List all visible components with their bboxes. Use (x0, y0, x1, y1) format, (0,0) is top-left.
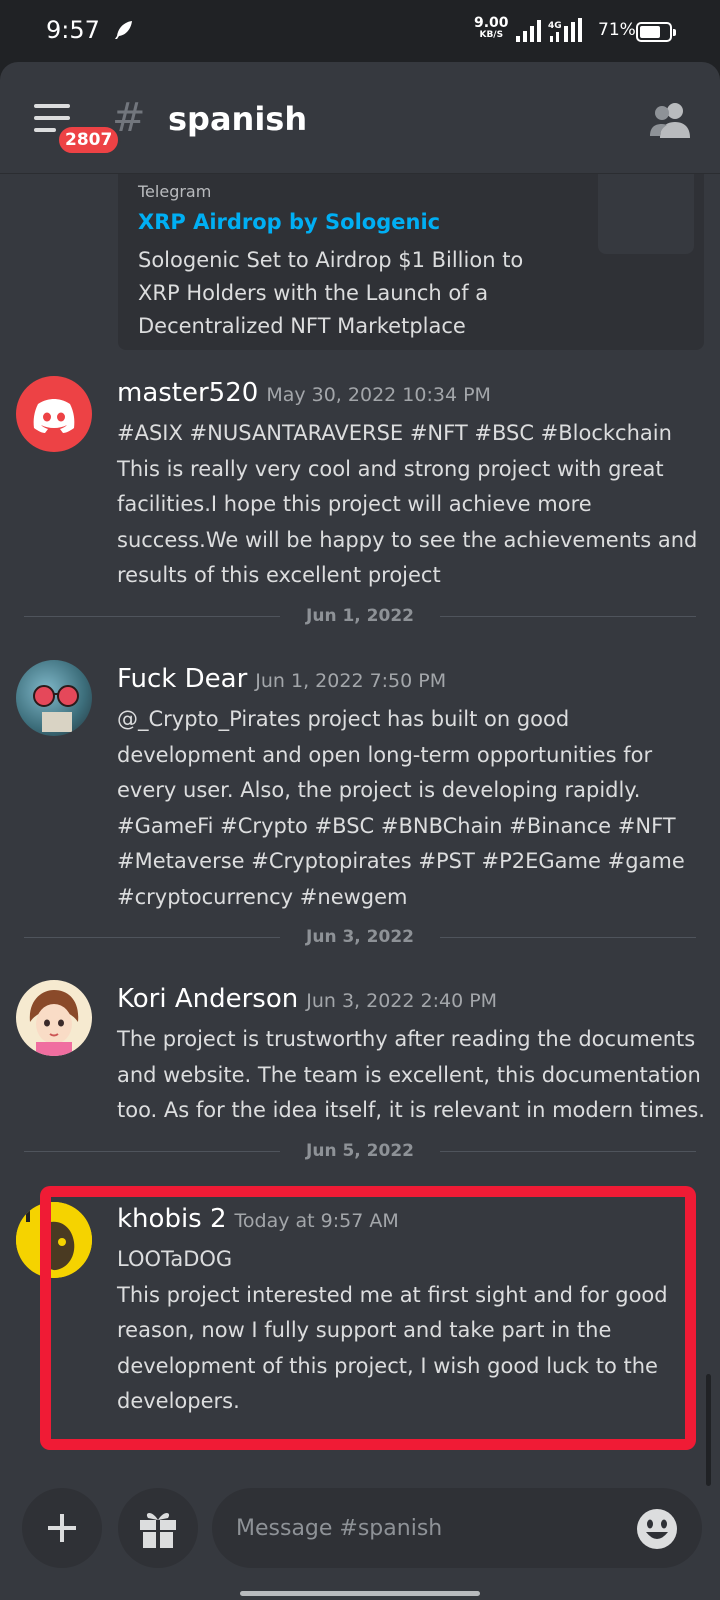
embed-provider: Telegram (138, 182, 212, 201)
message-list[interactable]: Telegram XRP Airdrop by Sologenic Sologe… (0, 174, 720, 1488)
unread-badge: 2807 (56, 124, 122, 156)
message-text: The project is trustworthy after reading… (117, 1027, 705, 1122)
discord-logo-icon (33, 399, 75, 433)
message-timestamp: Jun 3, 2022 2:40 PM (306, 990, 498, 1012)
avatar[interactable] (16, 980, 92, 1056)
signal-icon (516, 20, 541, 42)
message-author[interactable]: master520 May 30, 2022 10:34 PM (117, 378, 491, 408)
home-indicator (240, 1591, 480, 1596)
message-timestamp: Jun 1, 2022 7:50 PM (255, 670, 447, 692)
sunglasses-icon (33, 685, 79, 732)
embed-title-link[interactable]: XRP Airdrop by Sologenic (138, 210, 440, 234)
message-timestamp: May 30, 2022 10:34 PM (266, 384, 491, 406)
anime-girl-icon (29, 990, 79, 1056)
feather-icon (115, 21, 132, 39)
message-author[interactable]: Kori Anderson Jun 3, 2022 2:40 PM (117, 984, 497, 1014)
battery-percent: 71% (598, 20, 636, 40)
embed-description: Sologenic Set to Airdrop $1 Billion to X… (138, 248, 524, 338)
message-composer (0, 1488, 720, 1600)
scrollbar[interactable] (706, 1374, 711, 1486)
avatar[interactable] (16, 376, 92, 452)
highlight-annotation-box (40, 1186, 696, 1450)
plus-icon (48, 1514, 76, 1542)
embed-thumbnail[interactable] (598, 174, 694, 254)
status-bar: 9:57 9.00 KB/S 4G 71% (0, 0, 720, 62)
network-speed: 9.00 KB/S (474, 15, 509, 40)
svg-text:4G: 4G (548, 21, 562, 31)
channel-name: spanish (168, 100, 308, 138)
signal-4g-icon: 4G (548, 18, 582, 42)
message-input[interactable] (212, 1488, 702, 1568)
avatar[interactable] (16, 660, 92, 736)
message-author[interactable]: Fuck Dear Jun 1, 2022 7:50 PM (117, 664, 446, 694)
status-time: 9:57 (46, 16, 100, 44)
add-attachment-button[interactable] (22, 1488, 102, 1568)
gift-icon (140, 1513, 176, 1548)
message-text: #ASIX #NUSANTARAVERSE #NFT #BSC #Blockch… (117, 421, 698, 587)
date-divider: Jun 3, 2022 (24, 927, 696, 947)
date-divider: Jun 5, 2022 (24, 1141, 696, 1161)
gift-button[interactable] (118, 1488, 198, 1568)
menu-bar (34, 116, 70, 120)
menu-bar (34, 128, 56, 132)
link-embed[interactable]: Telegram XRP Airdrop by Sologenic Sologe… (118, 174, 704, 350)
message-text: @_Crypto_Pirates project has built on go… (117, 707, 685, 909)
members-icon[interactable] (648, 100, 692, 140)
channel-header: # spanish (0, 62, 720, 174)
emoji-icon[interactable] (636, 1508, 678, 1550)
menu-bar (34, 104, 70, 108)
battery-icon (636, 22, 676, 42)
date-divider: Jun 1, 2022 (24, 606, 696, 626)
